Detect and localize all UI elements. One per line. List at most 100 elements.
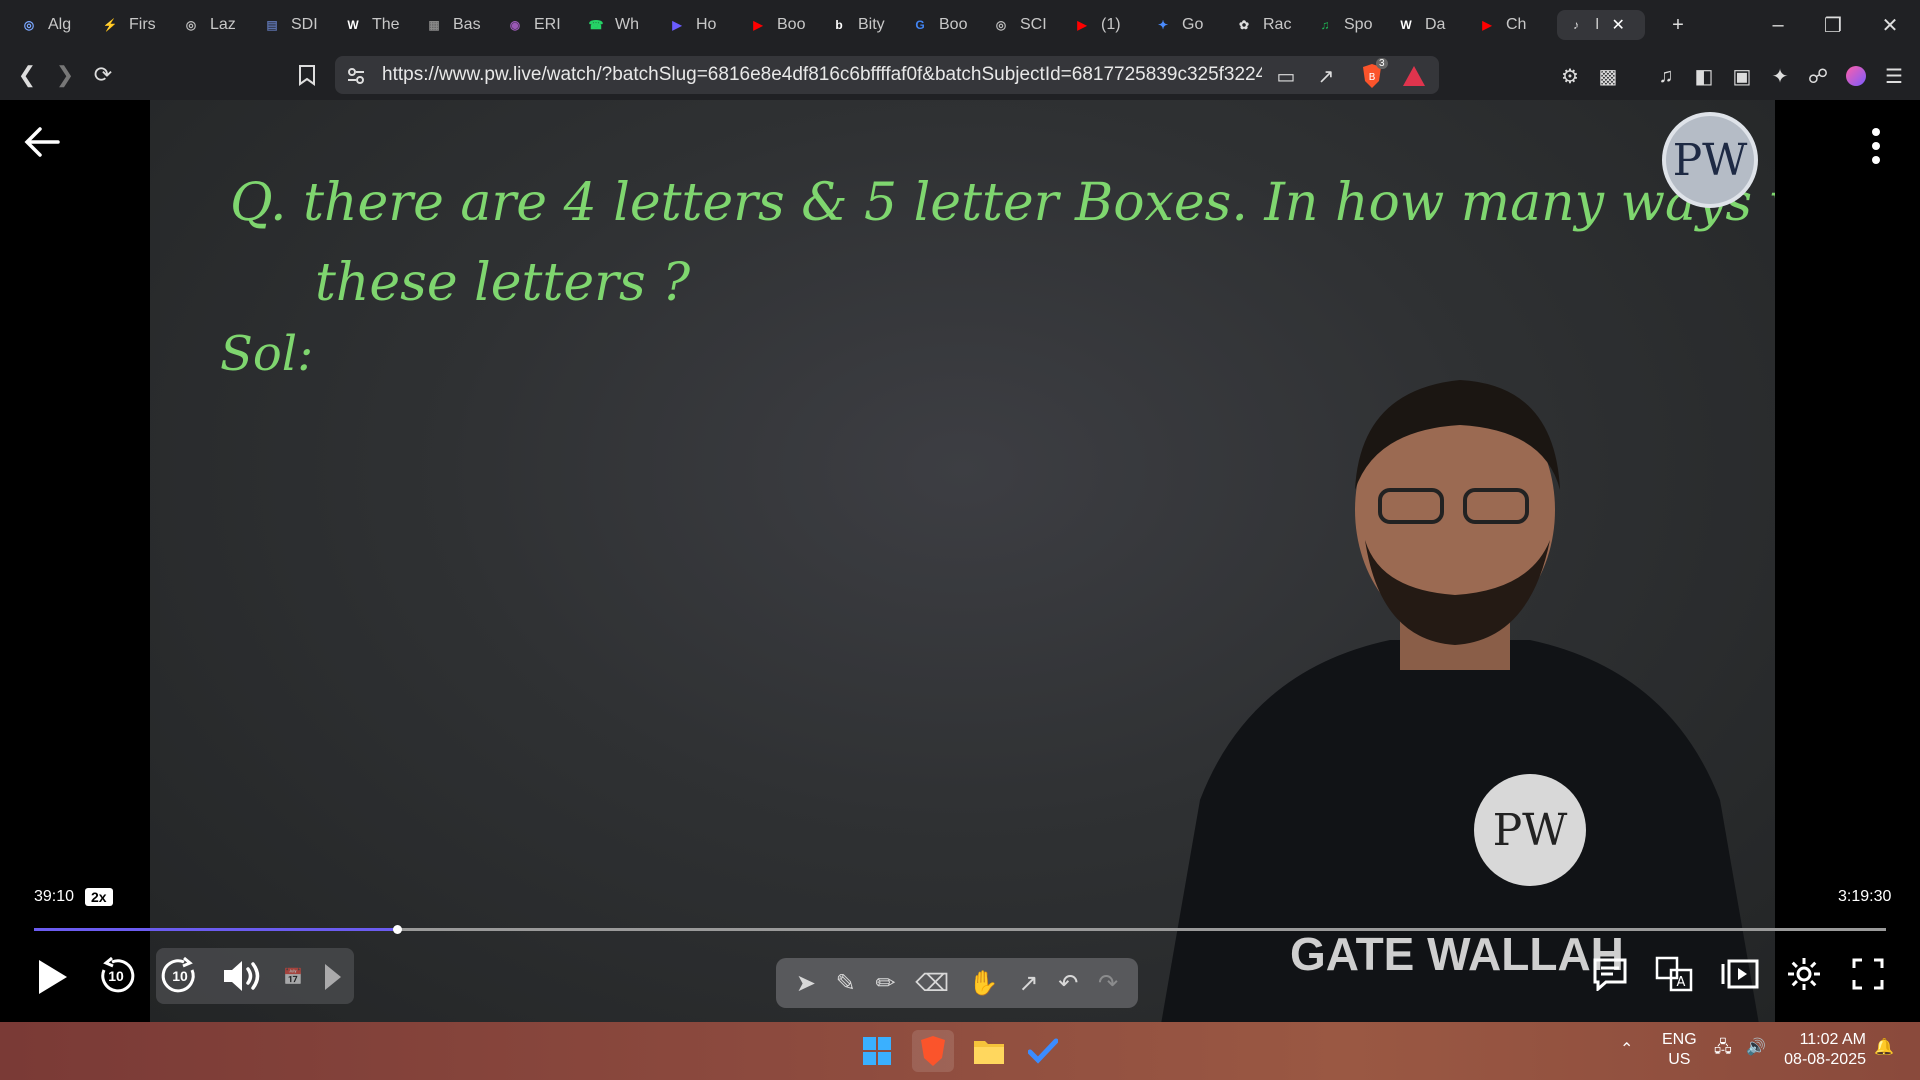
browser-tab[interactable]: ◎ Alg — [18, 10, 84, 40]
browser-tab[interactable]: W The — [342, 10, 408, 40]
bitly-icon: b — [835, 18, 843, 32]
todo-icon[interactable] — [1022, 1030, 1064, 1072]
seek-bar-handle[interactable] — [392, 925, 402, 934]
browser-tab[interactable]: ⚡ Firs — [99, 10, 165, 40]
pointer-tool-icon[interactable]: ➤ — [796, 969, 816, 998]
back-arrow-icon[interactable] — [22, 122, 62, 162]
browser-tab[interactable]: W Da — [1395, 10, 1461, 40]
calendar-icon[interactable]: 📅 — [276, 960, 310, 994]
chat-icon[interactable] — [1590, 954, 1630, 994]
browser-tab[interactable]: ▤ SDI — [261, 10, 327, 40]
pw-logo: PW — [1662, 112, 1758, 208]
restore-button[interactable]: ❐ — [1813, 10, 1853, 40]
file-explorer-icon[interactable] — [968, 1030, 1010, 1072]
tab-label: Laz — [210, 16, 236, 33]
extensions-icon[interactable]: ⚙ — [1556, 62, 1584, 90]
browser-tab[interactable]: ▶ Boo — [747, 10, 813, 40]
tab-label: Alg — [48, 16, 72, 33]
browser-tab[interactable]: ◉ ERI — [504, 10, 570, 40]
new-tab-button[interactable]: + — [1658, 10, 1698, 40]
cast-icon[interactable]: ▭ — [1272, 62, 1300, 90]
laser-tool-icon[interactable]: ↗ — [1018, 969, 1038, 998]
highlighter-tool-icon[interactable]: ✏ — [875, 969, 895, 998]
seek-bar[interactable] — [34, 925, 1886, 934]
lightning-icon: ⚡ — [102, 18, 118, 32]
close-window-button[interactable]: ✕ — [1870, 10, 1910, 40]
media-icon[interactable]: ♫ — [1652, 62, 1680, 90]
show-hidden-icons[interactable]: ⌃ — [1620, 1040, 1633, 1060]
speaker-icon: ♪ — [1573, 18, 1579, 32]
language-code: ENG — [1662, 1031, 1697, 1048]
menu-icon[interactable]: ☰ — [1880, 62, 1908, 90]
network-icon[interactable]: 🖧 — [1714, 1038, 1732, 1058]
bookmark-icon: ▶ — [672, 18, 682, 32]
google-icon: G — [915, 18, 925, 32]
browser-tab[interactable]: ▶ Ch — [1476, 10, 1542, 40]
browser-tab[interactable]: ♪ I ✕ — [1557, 10, 1645, 40]
browser-tab[interactable]: ◎ Laz — [180, 10, 246, 40]
browser-tab[interactable]: ✦ Go — [1152, 10, 1218, 40]
leo-ai-icon[interactable]: ✦ — [1766, 62, 1794, 90]
site-settings-icon[interactable] — [342, 62, 370, 90]
volume-icon[interactable] — [220, 954, 264, 998]
pen-tool-icon[interactable]: ✎ — [836, 969, 856, 998]
playlist-icon[interactable] — [1720, 954, 1760, 994]
windows-start-icon[interactable] — [856, 1030, 898, 1072]
close-tab-icon[interactable]: ✕ — [1611, 15, 1624, 35]
back-button[interactable]: ❮ — [10, 58, 44, 92]
tab-label: The — [372, 16, 400, 33]
sidebar-icon[interactable]: ◧ — [1690, 62, 1718, 90]
forward-10-button[interactable]: 10 — [158, 954, 202, 998]
brave-rewards-icon[interactable] — [1400, 62, 1428, 90]
language-indicator[interactable]: ENG US — [1662, 1030, 1697, 1070]
redo-icon[interactable]: ↷ — [1098, 969, 1118, 998]
forward-seconds: 10 — [172, 968, 188, 984]
url-text[interactable]: https://www.pw.live/watch/?batchSlug=681… — [382, 64, 1262, 86]
browser-tab[interactable]: b Bity — [828, 10, 894, 40]
share-icon[interactable]: ↗ — [1312, 62, 1340, 90]
minimize-button[interactable]: – — [1758, 10, 1798, 40]
browser-tab[interactable]: ♫ Spo — [1314, 10, 1380, 40]
current-time: 39:10 — [34, 888, 75, 905]
brave-taskbar-icon[interactable] — [912, 1030, 954, 1072]
clock[interactable]: 11:02 AM 08-08-2025 — [1784, 1030, 1866, 1070]
reader-icon[interactable]: ▩ — [1594, 62, 1622, 90]
brave-shields-icon[interactable]: B 3 — [1358, 58, 1388, 90]
wallet-icon[interactable]: ▣ — [1728, 62, 1756, 90]
eraser-tool-icon[interactable]: ⌫ — [915, 969, 949, 998]
browser-tab[interactable]: ◎ SCI — [990, 10, 1056, 40]
tab-label: Ch — [1506, 16, 1527, 33]
rewind-10-button[interactable]: 10 — [94, 954, 138, 998]
whatsapp-icon: ☎ — [588, 18, 604, 32]
browser-tab[interactable]: ▶ (1) — [1071, 10, 1137, 40]
more-options-icon[interactable] — [1870, 126, 1882, 166]
next-arrow-icon[interactable] — [318, 960, 348, 994]
undo-icon[interactable]: ↶ — [1058, 969, 1078, 998]
browser-tab[interactable]: ☎ Wh — [585, 10, 651, 40]
instructor-figure: PW GATE WALLAH — [1161, 380, 1759, 1022]
play-button[interactable] — [32, 954, 72, 1000]
vpn-icon[interactable]: ☍ — [1804, 62, 1832, 90]
notification-bell-icon[interactable]: 🔔 — [1874, 1038, 1894, 1058]
browser-tab[interactable]: ✿ Rac — [1233, 10, 1299, 40]
hand-tool-icon[interactable]: ✋ — [969, 969, 999, 998]
bookmark-icon[interactable] — [290, 58, 324, 92]
video-player[interactable]: Q. there are 4 letters & 5 letter Boxes.… — [0, 100, 1920, 1022]
volume-tray-icon[interactable]: 🔊 — [1746, 1038, 1766, 1058]
tab-label: Wh — [615, 16, 639, 33]
browser-tab[interactable]: G Boo — [909, 10, 975, 40]
tab-label: SCI — [1020, 16, 1047, 33]
chatgpt-icon: ✿ — [1238, 18, 1250, 32]
fullscreen-icon[interactable] — [1848, 954, 1888, 994]
tab-label: Go — [1182, 16, 1204, 33]
forward-button[interactable]: ❯ — [48, 58, 82, 92]
playback-speed-badge[interactable]: 2x — [85, 888, 113, 906]
browser-tab[interactable]: ▦ Bas — [423, 10, 489, 40]
tab-label: Boo — [939, 16, 968, 33]
settings-gear-icon[interactable] — [1784, 954, 1824, 994]
profile-avatar[interactable] — [1842, 62, 1870, 90]
translate-icon[interactable]: A — [1654, 954, 1694, 994]
reload-button[interactable]: ⟳ — [86, 58, 120, 92]
browser-tab[interactable]: ▶ Ho — [666, 10, 732, 40]
region-code: US — [1668, 1051, 1691, 1068]
